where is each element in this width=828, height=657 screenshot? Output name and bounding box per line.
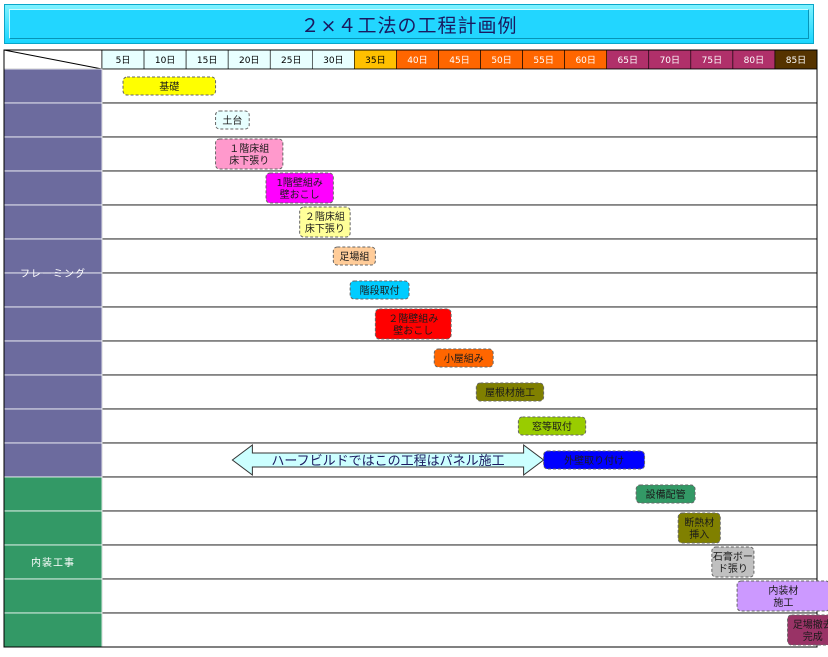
task-label: 挿入 bbox=[689, 528, 709, 541]
day-header-label: 75日 bbox=[702, 55, 722, 66]
task-label: 小屋組み bbox=[444, 352, 484, 365]
task-label: １階床組 bbox=[229, 142, 269, 155]
day-header-label: 10日 bbox=[155, 55, 175, 66]
category-label: フレーミング bbox=[20, 267, 86, 280]
category-cell bbox=[3, 340, 103, 376]
category-cell bbox=[3, 68, 103, 104]
day-header-label: 50日 bbox=[491, 55, 511, 66]
task-label: ２階壁組み bbox=[388, 312, 438, 325]
gantt-row bbox=[101, 238, 818, 274]
category-cell bbox=[3, 578, 103, 614]
category-cell bbox=[3, 170, 103, 206]
task-label: 階段取付 bbox=[360, 284, 400, 297]
category-cell bbox=[3, 442, 103, 478]
gantt-row bbox=[101, 136, 818, 172]
day-header-label: 35日 bbox=[365, 55, 385, 66]
task-label: 足場組 bbox=[339, 250, 369, 263]
gantt-row bbox=[101, 408, 818, 444]
category-label: 内装工事 bbox=[31, 556, 75, 569]
task-label: 石膏ボー bbox=[713, 550, 753, 563]
day-header-label: 40日 bbox=[407, 55, 427, 66]
gantt-row bbox=[101, 544, 818, 580]
day-header-label: 5日 bbox=[116, 55, 131, 66]
category-cell bbox=[3, 102, 103, 138]
task-label: 床下張り bbox=[305, 222, 345, 235]
gantt-row bbox=[101, 102, 818, 138]
task-label: ２階床組 bbox=[305, 210, 345, 223]
gantt-row bbox=[101, 374, 818, 410]
task-label: 基礎 bbox=[159, 80, 179, 93]
day-header-label: 55日 bbox=[533, 55, 553, 66]
task-label: 1階壁組み bbox=[276, 176, 322, 189]
gantt-chart: 5日 10日 15日 20日 25日 30日 35日 40日 45日 50日 55日 60日 65日 70… bbox=[3, 49, 828, 648]
gantt-row bbox=[101, 306, 818, 342]
category-cell bbox=[3, 238, 103, 274]
gantt-row bbox=[101, 170, 818, 206]
day-header-label: 30日 bbox=[323, 55, 343, 66]
category-cell bbox=[3, 306, 103, 342]
category-cell bbox=[3, 408, 103, 444]
task-label: 土台 bbox=[222, 114, 242, 127]
gantt-row bbox=[101, 476, 818, 512]
gantt-row bbox=[101, 578, 818, 614]
category-cell bbox=[3, 476, 103, 512]
day-header-label: 60日 bbox=[575, 55, 595, 66]
day-header-label: 65日 bbox=[618, 55, 638, 66]
task-label: 内装材 bbox=[768, 584, 798, 597]
gantt-row bbox=[101, 612, 818, 648]
category-cell bbox=[3, 136, 103, 172]
day-header-label: 25日 bbox=[281, 55, 301, 66]
task-label: 設備配管 bbox=[646, 488, 686, 501]
gantt-row bbox=[101, 272, 818, 308]
day-header-label: 20日 bbox=[239, 55, 259, 66]
day-header-label: 70日 bbox=[660, 55, 680, 66]
annotation-text: ハーフビルドではこの工程はパネル施工 bbox=[271, 454, 504, 469]
category-cell bbox=[3, 612, 103, 648]
day-header-label: 85日 bbox=[786, 55, 806, 66]
task-label: 施工 bbox=[773, 596, 793, 609]
category-cell bbox=[3, 204, 103, 240]
category-cell bbox=[3, 510, 103, 546]
task-label: 足場撤去 bbox=[793, 618, 828, 631]
day-header-label: 15日 bbox=[197, 55, 217, 66]
task-label: 屋根材施工 bbox=[485, 386, 535, 399]
task-label: ド張り bbox=[718, 563, 748, 575]
gantt-row bbox=[101, 204, 818, 240]
task-label: 外壁取り付け bbox=[564, 454, 624, 467]
task-label: 壁おこし bbox=[393, 324, 433, 337]
category-cell bbox=[3, 374, 103, 410]
day-header-label: 45日 bbox=[449, 55, 469, 66]
task-label: 断熱材 bbox=[684, 516, 714, 529]
task-label: 完成 bbox=[803, 630, 823, 643]
task-label: 壁おこし bbox=[280, 188, 320, 201]
task-label: 床下張り bbox=[229, 154, 269, 167]
task-label: 窓等取付 bbox=[532, 420, 572, 433]
day-header-label: 80日 bbox=[744, 55, 764, 66]
